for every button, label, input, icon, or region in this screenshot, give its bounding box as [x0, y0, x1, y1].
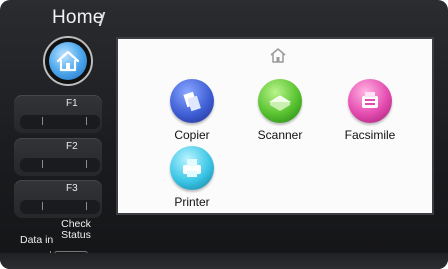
printer-app[interactable]: Printer — [150, 146, 230, 226]
function-key-label: F2 — [66, 141, 78, 152]
facsimile-icon — [362, 92, 378, 108]
page-title: Home — [52, 7, 104, 28]
check-status-label: Check Status — [61, 218, 91, 241]
divider — [50, 251, 51, 267]
home-icon — [270, 48, 286, 63]
touch-screen: Copier Scanner Facsimile Printer — [116, 37, 434, 215]
home-button[interactable] — [39, 36, 97, 86]
copier-icon-badge — [170, 79, 214, 123]
app-label: Facsimile — [344, 128, 396, 142]
function-key-f3[interactable]: F3 — [14, 180, 102, 218]
scanner-app[interactable]: Scanner — [238, 79, 318, 159]
function-key-f1[interactable]: F1 — [14, 95, 102, 133]
app-label: Printer — [174, 195, 210, 209]
app-label: Scanner — [257, 128, 303, 142]
check-status-button[interactable] — [54, 251, 88, 267]
facsimile-app[interactable]: Facsimile — [328, 79, 408, 159]
function-key-f2[interactable]: F2 — [14, 138, 102, 176]
check-status-icon — [66, 254, 76, 264]
home-button-face — [49, 42, 87, 80]
data-in-label: Data in — [20, 234, 54, 246]
printer-icon — [183, 159, 201, 177]
app-label: Copier — [174, 128, 210, 142]
copier-icon — [183, 91, 201, 112]
function-key-indicator — [20, 158, 100, 172]
scanner-icon — [269, 95, 291, 111]
data-in-icon: ⟐ — [32, 250, 43, 265]
printer-control-panel: Home F1 F2 F3 Check Status Data in ⟐ Cop… — [0, 0, 448, 269]
bottom-bar — [150, 258, 294, 269]
facsimile-icon-badge — [348, 79, 392, 123]
home-icon — [56, 50, 80, 72]
function-key-indicator — [20, 115, 100, 129]
function-key-indicator — [20, 200, 100, 214]
function-key-label: F1 — [66, 98, 78, 109]
function-key-label: F3 — [66, 183, 78, 194]
scanner-icon-badge — [258, 79, 302, 123]
printer-icon-badge — [170, 146, 214, 190]
